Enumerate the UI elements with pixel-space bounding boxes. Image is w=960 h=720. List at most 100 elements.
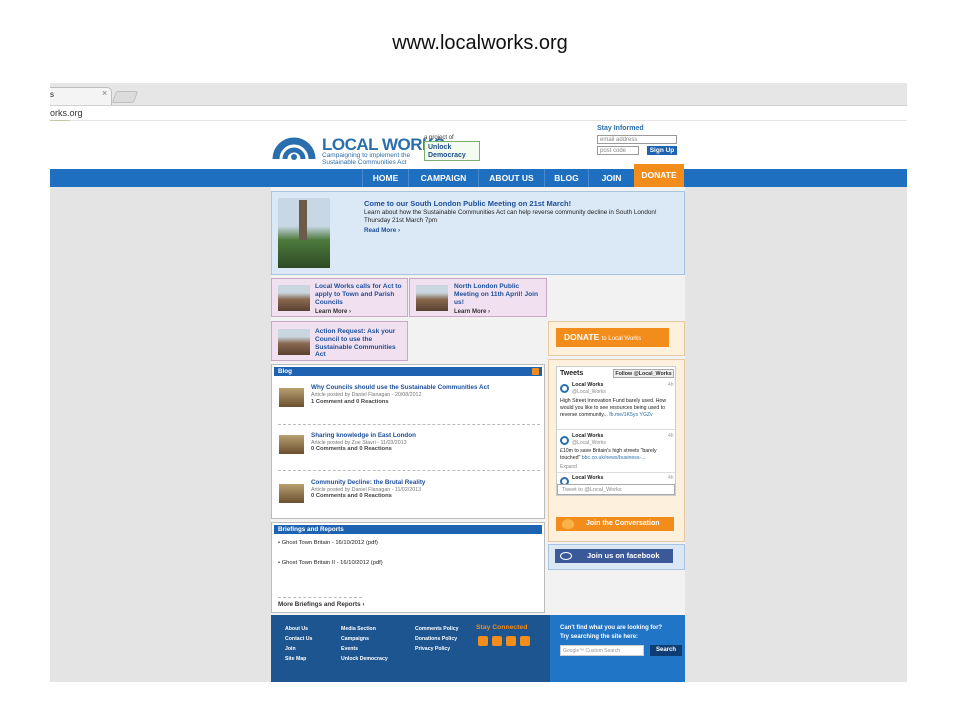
briefing-item-label: Ghost Town Britain - 16/10/2012 (pdf) [281,540,378,546]
logo-tagline: Campaigning to implement the Sustainable… [322,152,411,166]
news-card-title[interactable]: North London Public Meeting on 11th Apri… [454,283,542,306]
briefing-item-label: Ghost Town Britain II - 16/10/2012 (pdf) [281,560,383,566]
featured-event-title[interactable]: Come to our South London Public Meeting … [364,199,571,208]
tweet-author[interactable]: Local Works [572,382,603,388]
news-card-title[interactable]: Local Works calls for Act to apply to To… [315,283,403,306]
tweets-title: Tweets [560,370,584,377]
news-card-image [278,285,310,311]
more-briefings-link[interactable]: More Briefings and Reports › [278,601,364,608]
tweet-author[interactable]: Local Works [572,475,603,481]
blog-post-thumbnail[interactable] [279,435,304,454]
stay-informed-label: Stay Informed [597,125,644,132]
donate-button-sub: to Local Works [601,336,642,342]
briefing-item[interactable]: • Ghost Town Britain - 16/10/2012 (pdf) [278,540,378,546]
learn-more-link[interactable]: Learn More › [315,309,351,315]
footer-link[interactable]: Unlock Democracy [341,656,388,662]
blog-post-title[interactable]: Why Councils should use the Sustainable … [311,384,489,391]
tweet-avatar[interactable] [560,384,569,393]
facebook-icon[interactable] [478,636,488,646]
url-text: orks.org [50,108,83,118]
briefing-item[interactable]: • Ghost Town Britain II - 16/10/2012 (pd… [278,560,383,566]
nav-blog[interactable]: BLOG [544,169,588,187]
twitter-follow-button[interactable]: Follow @Local_Works [613,369,674,378]
tab-close-icon[interactable]: × [102,88,107,98]
blog-post-meta: Article posted by Daniel Flanagan - 20/0… [311,392,422,398]
divider [557,429,675,430]
footer-link[interactable]: Site Map [285,656,306,662]
briefings-panel [271,522,545,613]
donate-button[interactable]: DONATE to Local Works [556,328,669,347]
donate-button-label: DONATE [564,332,600,342]
blog-heading: Blog [274,367,542,376]
featured-event-body: Learn about how the Sustainable Communit… [364,209,674,224]
local-works-logo-icon[interactable] [272,125,316,167]
divider [278,470,540,471]
tweet-time[interactable]: 4h [668,433,674,439]
tweet-text: High Street Innovation Fund barely used.… [560,398,673,418]
footer-link[interactable]: Privacy Policy [415,646,450,652]
twitter-bird-icon [562,519,574,529]
news-card-image [416,285,448,311]
news-card-title[interactable]: Action Request: Ask your Council to use … [315,328,403,359]
blog-post-title[interactable]: Community Decline: the Brutal Reality [311,479,425,486]
tweet-text: £10m to save Britain's high streets "bar… [560,448,673,462]
search-prompt: Can't find what you are looking for? [560,625,663,631]
footer-link[interactable]: Contact Us [285,636,312,642]
tweet-handle[interactable]: @Local_Works [572,389,606,395]
blog-post-thumbnail[interactable] [279,388,304,407]
nav-join[interactable]: JOIN [588,169,634,187]
rss-icon[interactable] [532,368,539,375]
featured-read-more-link[interactable]: Read More › [364,227,400,234]
featured-image-chimney [299,200,307,240]
tweet-link[interactable]: bbc.co.uk/news/business-... [582,455,646,461]
slide-caption: www.localworks.org [392,32,568,54]
footer-link[interactable]: Comments Policy [415,626,459,632]
footer-link[interactable]: About Us [285,626,308,632]
blog-post-reactions[interactable]: 0 Comments and 0 Reactions [311,493,392,499]
search-input[interactable]: Google™ Custom Search [560,645,644,656]
footer-link[interactable]: Media Section [341,626,376,632]
tab-label: s [50,90,54,99]
unlock-democracy-logo[interactable]: Unlock Democracy [424,141,480,161]
footer-link[interactable]: Campaigns [341,636,369,642]
tweet-expand-link[interactable]: Expand [560,464,577,470]
postcode-field[interactable]: post code [597,146,639,155]
footer-link[interactable]: Join [285,646,296,652]
email-field[interactable]: email address [597,135,677,144]
tweet-time[interactable]: 4h [668,382,674,388]
nav-home[interactable]: HOME [362,169,408,187]
divider [557,472,675,473]
blog-post-thumbnail[interactable] [279,484,304,503]
flickr-icon[interactable] [506,636,516,646]
news-card-image [278,329,310,355]
facebook-button[interactable]: Join us on facebook [555,549,673,563]
footer-link[interactable]: Events [341,646,358,652]
nav-campaign[interactable]: CAMPAIGN [408,169,478,187]
learn-more-link[interactable]: Learn More › [454,309,490,315]
blog-post-title[interactable]: Sharing knowledge in East London [311,432,416,439]
blog-post-reactions[interactable]: 0 Comments and 0 Reactions [311,446,392,452]
briefings-heading: Briefings and Reports [274,525,542,534]
search-prompt-sub: Try searching the site here: [560,634,639,640]
featured-event-date: Thursday 21st March 7pm [364,216,438,224]
tweet-input[interactable]: Tweet to @Local_Works [557,484,675,495]
tweet-avatar[interactable] [560,436,569,445]
footer-link[interactable]: Donations Policy [415,636,457,642]
twitter-icon[interactable] [492,636,502,646]
sign-up-button[interactable]: Sign Up [647,146,677,155]
browser-screenshot: s × orks.org nistory LOCAL WORKS Campaig… [50,83,907,682]
tweet-handle[interactable]: @Local_Works [572,440,606,446]
tweet-author[interactable]: Local Works [572,433,603,439]
youtube-icon[interactable] [520,636,530,646]
nav-donate[interactable]: DONATE [634,164,684,187]
nav-about-us[interactable]: ABOUT US [478,169,544,187]
facebook-bubble-icon [560,552,572,560]
featured-event-text: Learn about how the Sustainable Communit… [364,209,657,216]
new-tab-button[interactable] [111,91,139,103]
search-button[interactable]: Search [650,645,682,656]
tweet-time[interactable]: 4h [668,475,674,481]
address-bar[interactable]: orks.org [50,105,907,120]
tweet-link[interactable]: fb.me/1K5ys YGZv [609,412,652,418]
blog-post-reactions[interactable]: 1 Comment and 0 Reactions [311,399,389,405]
stay-connected-heading: Stay Connected [476,624,528,631]
